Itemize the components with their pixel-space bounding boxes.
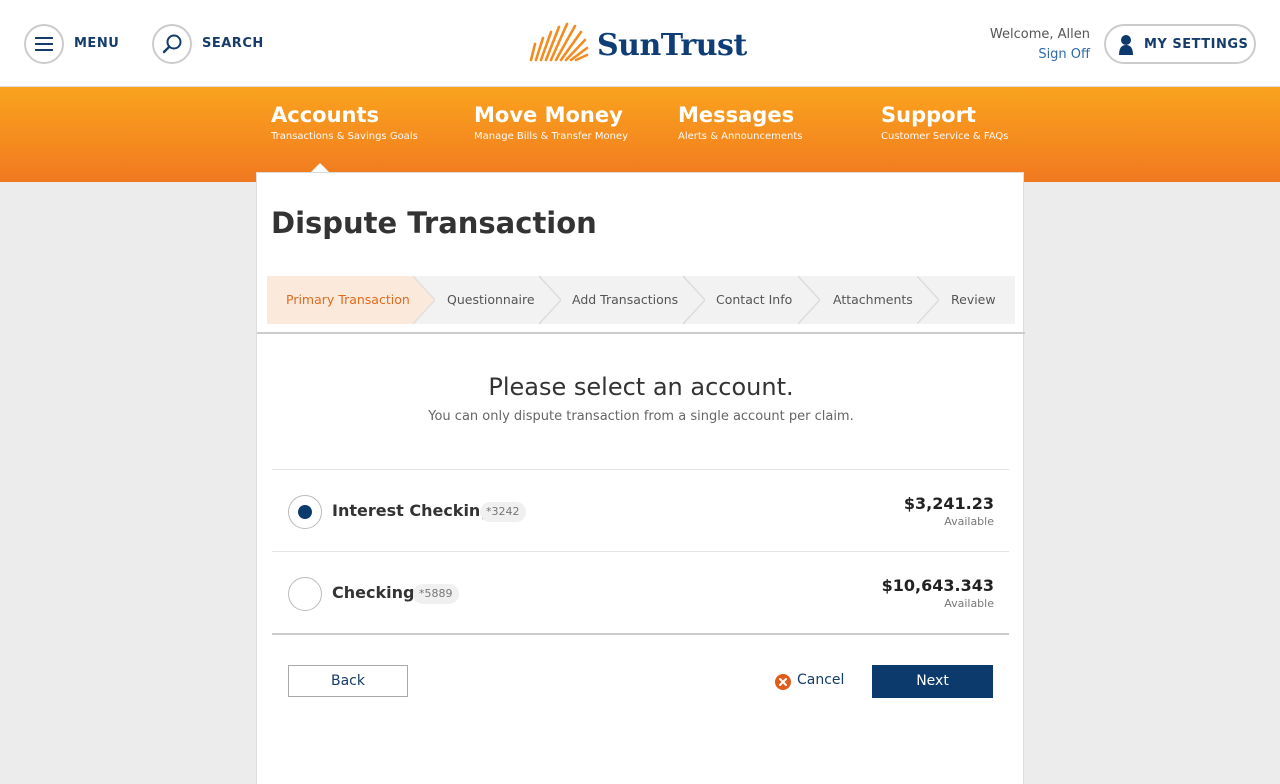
account-balance: $3,241.23 [903,494,994,513]
select-account-subtext: You can only dispute transaction from a … [428,409,854,424]
menu-button[interactable] [24,24,64,64]
welcome-text: Welcome, Allen [989,27,1090,42]
nav-title: Accounts [271,103,380,127]
step-add-transactions[interactable]: Add Transactions [572,276,687,324]
nav-move-money[interactable]: Move Money Manage Bills & Transfer Money [474,103,628,142]
nav-messages[interactable]: Messages Alerts & Announcements [678,103,803,142]
search-icon [162,34,182,54]
account-mask-badge: *5889 [413,584,459,604]
sunburst-icon [529,22,589,62]
back-button[interactable]: Back [288,665,408,697]
accounts-divider [272,633,1009,635]
step-chevron-icon [798,276,820,324]
progress-steps: Primary Transaction Questionnaire Add Tr… [267,276,1015,324]
nav-subtitle: Transactions & Savings Goals [271,131,418,142]
next-button[interactable]: Next [872,665,993,698]
nav-subtitle: Customer Service & FAQs [881,131,1009,142]
welcome-block: Welcome, Allen Sign Off [990,25,1090,65]
account-radio[interactable] [288,577,322,611]
dispute-card: Dispute Transaction Primary Transaction … [256,172,1025,784]
search-button[interactable] [152,24,192,64]
cancel-label: Cancel [797,672,845,688]
step-chevron-icon [917,276,939,324]
account-available-label: Available [944,597,994,610]
step-primary-transaction[interactable]: Primary Transaction [267,276,413,324]
search-label[interactable]: SEARCH [202,36,264,51]
nav-title: Support [881,103,976,127]
account-balance: $10,643.343 [881,576,994,595]
step-questionnaire[interactable]: Questionnaire [447,276,547,324]
account-available-label: Available [944,515,994,528]
step-contact-info[interactable]: Contact Info [716,276,806,324]
my-settings-label: MY SETTINGS [1144,37,1249,52]
nav-support[interactable]: Support Customer Service & FAQs [881,103,1008,142]
nav-title: Move Money [474,103,623,127]
nav-accounts[interactable]: Accounts Transactions & Savings Goals [271,103,418,142]
account-name: Checking [332,583,415,602]
user-icon [1119,35,1133,55]
steps-divider [257,332,1025,334]
hamburger-icon [35,37,53,51]
nav-title: Messages [678,103,795,127]
main-nav: Accounts Transactions & Savings Goals Mo… [0,87,1280,182]
account-radio-selected[interactable] [288,495,322,529]
account-row-checking[interactable]: Checking *5889 $10,643.343 Available [272,551,1009,633]
step-review[interactable]: Review [951,276,1011,324]
my-settings-button[interactable]: MY SETTINGS [1104,24,1256,64]
top-header: MENU SEARCH SunTrust Welcome, Allen Sign… [0,0,1280,87]
brand-name: SunTrust [597,28,747,63]
cancel-x-icon [775,674,791,690]
nav-subtitle: Alerts & Announcements [678,131,803,142]
menu-label[interactable]: MENU [74,36,119,51]
step-attachments[interactable]: Attachments [833,276,918,324]
step-chevron-icon [683,276,705,324]
account-name: Interest Checking [332,501,492,520]
suntrust-logo[interactable]: SunTrust [527,14,757,66]
nav-subtitle: Manage Bills & Transfer Money [474,131,629,142]
account-mask-badge: *3242 [480,502,526,522]
select-account-heading: Please select an account. [488,373,794,401]
step-chevron-icon [539,276,561,324]
step-chevron-icon [413,276,435,324]
account-row-interest-checking[interactable]: Interest Checking *3242 $3,241.23 Availa… [272,469,1009,551]
sign-off-link[interactable]: Sign Off [990,45,1090,65]
page-title: Dispute Transaction [271,206,597,240]
